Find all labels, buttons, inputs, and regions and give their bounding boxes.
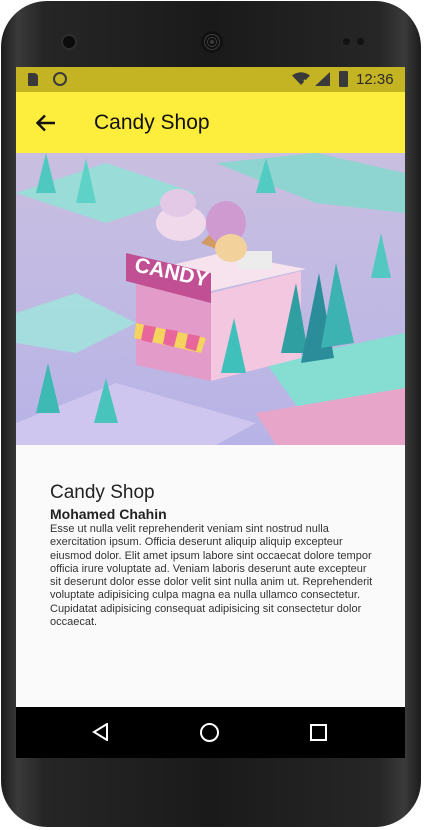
arrow-left-icon (36, 114, 55, 132)
front-camera (63, 36, 75, 48)
back-button[interactable] (28, 105, 64, 141)
phone-device: 12:36 Candy Shop CANDY Candy Shop Mohame… (0, 0, 424, 830)
candy-shop-illustration: CANDY (16, 153, 405, 445)
status-time: 12:36 (356, 71, 394, 88)
author-name: Mohamed Chahin (50, 506, 167, 522)
light-sensor (357, 38, 364, 45)
app-screen: 12:36 Candy Shop CANDY Candy Shop Mohame… (16, 67, 405, 758)
wifi-icon (292, 72, 310, 86)
nav-home-icon[interactable] (200, 723, 219, 742)
detail-title: Candy Shop (50, 482, 155, 503)
earpiece-speaker (201, 31, 223, 53)
description-text: Esse ut nulla velit reprehenderit veniam… (50, 523, 373, 629)
detail-content: Candy Shop Mohamed Chahin Esse ut nulla … (50, 482, 380, 629)
signal-icon (315, 72, 330, 86)
page-title: Candy Shop (94, 111, 210, 134)
sync-circle-icon (53, 72, 67, 86)
proximity-sensor (343, 38, 350, 45)
status-bar: 12:36 (16, 67, 405, 92)
sd-card-icon (28, 73, 38, 86)
app-bar: Candy Shop (16, 92, 405, 153)
nav-back-icon[interactable] (92, 723, 110, 741)
battery-icon (339, 71, 348, 87)
navigation-bar (16, 707, 405, 758)
nav-recents-icon[interactable] (310, 724, 327, 741)
